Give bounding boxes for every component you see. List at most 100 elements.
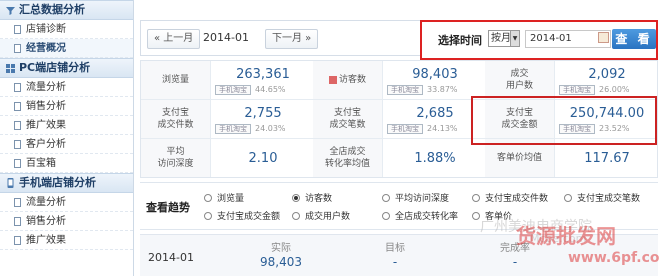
next-month-button[interactable]: 下一月 » xyxy=(265,29,319,49)
metric-label: 访客数 xyxy=(313,61,383,99)
sidebar-section-mobile[interactable]: 手机端店铺分析 xyxy=(0,173,133,193)
page-icon xyxy=(14,216,21,226)
sidebar-item-pc-traffic[interactable]: 流量分析 xyxy=(0,78,133,97)
time-selector: 选择时间 按月 ▼ 2014-01 查 看 xyxy=(420,20,658,60)
sidebar-item-overview[interactable]: 经营概况 xyxy=(0,39,133,58)
radio-button[interactable] xyxy=(292,211,300,220)
trend-option-pageviews[interactable]: 浏览量 xyxy=(204,191,244,204)
page-icon xyxy=(14,139,21,149)
radio-button[interactable] xyxy=(204,193,212,202)
metric-label: 全店成交 转化率均值 xyxy=(313,139,383,177)
watermark-url: www.6pf.com xyxy=(568,250,660,266)
sidebar-item-pc-promotion[interactable]: 推广效果 xyxy=(0,116,133,135)
page-icon xyxy=(14,235,21,245)
period-select-value: 按月 xyxy=(491,33,511,44)
trend-option-label: 支付宝成交金额 xyxy=(217,212,281,222)
metric-label: 支付宝 成交件数 xyxy=(141,100,211,138)
sidebar-item-label: 销售分析 xyxy=(26,100,66,112)
radio-button[interactable] xyxy=(564,193,572,202)
page-icon xyxy=(14,43,21,53)
target-table-value: - xyxy=(512,255,518,269)
visitor-icon xyxy=(328,76,337,84)
sidebar-section-title: PC端店铺分析 xyxy=(19,61,91,74)
metric-label-text: 访客数 xyxy=(338,75,366,85)
sidebar: 汇总数据分析 店铺诊断 经营概况 PC端店铺分析 流量分析 销售分析 推广效果 … xyxy=(0,0,134,276)
prev-month-button[interactable]: « 上一月 xyxy=(147,29,201,49)
metric-value: 2,685 xyxy=(416,106,454,121)
query-button[interactable]: 查 看 xyxy=(612,29,656,49)
metric-value: 2,092 xyxy=(588,67,626,82)
metric-conversion: 全店成交 转化率均值 1.88% xyxy=(313,139,485,178)
sidebar-item-pc-toolbox[interactable]: 百宝箱 xyxy=(0,154,133,173)
trend-option-buyers[interactable]: 成交用户数 xyxy=(292,209,350,222)
trend-label: 查看趋势 xyxy=(146,201,190,214)
metric-percent: 44.65% xyxy=(255,85,286,94)
chevron-down-icon[interactable]: ▼ xyxy=(510,31,519,46)
metric-label: 平均 访问深度 xyxy=(141,139,211,177)
trend-option-alipay-orders[interactable]: 支付宝成交笔数 xyxy=(564,191,640,204)
current-month: 2014-01 xyxy=(203,31,249,44)
trend-option-label: 成交用户数 xyxy=(305,212,351,222)
sidebar-item-label: 客户分析 xyxy=(26,138,66,150)
time-selector-label: 选择时间 xyxy=(438,34,482,47)
filter-icon xyxy=(6,6,15,15)
metric-label: 成交 用户数 xyxy=(485,61,555,99)
sidebar-section-title: 汇总数据分析 xyxy=(19,3,85,16)
trend-option-label: 浏览量 xyxy=(217,194,245,204)
trend-option-conversion[interactable]: 全店成交转化率 xyxy=(382,209,458,222)
radio-button[interactable] xyxy=(292,193,300,202)
period-select[interactable]: 按月 ▼ xyxy=(488,30,520,47)
metric-label: 浏览量 xyxy=(141,61,211,99)
page-icon xyxy=(14,24,21,34)
metric-value: 98,403 xyxy=(412,67,458,82)
metric-value: 1.88% xyxy=(414,151,456,166)
sidebar-item-label: 店铺诊断 xyxy=(26,23,66,35)
metric-percent: 26.00% xyxy=(599,85,630,94)
trend-option-alipay-amount[interactable]: 支付宝成交金额 xyxy=(204,209,280,222)
target-table-value: 98,403 xyxy=(260,255,302,269)
sidebar-item-shop-diagnosis[interactable]: 店铺诊断 xyxy=(0,20,133,39)
watermark-red: 货源批发网 xyxy=(516,224,616,248)
page-icon xyxy=(14,101,21,111)
sidebar-item-label: 推广效果 xyxy=(26,119,66,131)
trend-option-alipay-items[interactable]: 支付宝成交件数 xyxy=(472,191,548,204)
trend-option-label: 访客数 xyxy=(305,194,333,204)
metric-value: 2.10 xyxy=(248,151,278,166)
highlight-box xyxy=(471,96,657,145)
trend-option-label: 平均访问深度 xyxy=(395,194,450,204)
mobile-taobao-badge: 手机淘宝 xyxy=(387,85,423,95)
sidebar-section-summary[interactable]: 汇总数据分析 xyxy=(0,0,133,20)
trend-option-visitors[interactable]: 访客数 xyxy=(292,191,332,204)
mobile-taobao-badge: 手机淘宝 xyxy=(559,85,595,95)
sidebar-item-mobile-traffic[interactable]: 流量分析 xyxy=(0,193,133,212)
grid-icon xyxy=(6,63,15,73)
sidebar-section-pc[interactable]: PC端店铺分析 xyxy=(0,58,133,78)
metric-percent: 24.03% xyxy=(255,124,286,133)
sidebar-item-pc-customer[interactable]: 客户分析 xyxy=(0,135,133,154)
target-table-header: 目标 xyxy=(385,243,405,254)
metric-value: 2,755 xyxy=(244,106,282,121)
metric-value: 263,361 xyxy=(236,67,290,82)
metric-percent: 33.87% xyxy=(427,85,458,94)
sidebar-item-mobile-promotion[interactable]: 推广效果 xyxy=(0,231,133,250)
metric-avg-depth: 平均 访问深度 2.10 xyxy=(141,139,313,178)
radio-button[interactable] xyxy=(382,193,390,202)
target-table-date: 2014-01 xyxy=(148,251,194,264)
page-icon xyxy=(14,82,21,92)
target-table-value: - xyxy=(392,255,398,269)
page-icon xyxy=(14,197,21,207)
metric-visitors: 访客数 98,403 手机淘宝 33.87% xyxy=(313,61,485,100)
radio-button[interactable] xyxy=(472,193,480,202)
radio-button[interactable] xyxy=(472,211,480,220)
sidebar-item-mobile-sales[interactable]: 销售分析 xyxy=(0,212,133,231)
trend-option-avg-depth[interactable]: 平均访问深度 xyxy=(382,191,449,204)
mobile-taobao-badge: 手机淘宝 xyxy=(215,124,251,134)
calendar-icon[interactable] xyxy=(598,32,609,43)
trend-option-label: 全店成交转化率 xyxy=(395,212,459,222)
sidebar-item-pc-sales[interactable]: 销售分析 xyxy=(0,97,133,116)
metric-alipay-orders: 支付宝 成交笔数 2,685 手机淘宝 24.13% xyxy=(313,100,485,139)
metric-label: 支付宝 成交笔数 xyxy=(313,100,383,138)
radio-button[interactable] xyxy=(382,211,390,220)
radio-button[interactable] xyxy=(204,211,212,220)
metric-label-text: 成交 用户数 xyxy=(505,69,533,91)
